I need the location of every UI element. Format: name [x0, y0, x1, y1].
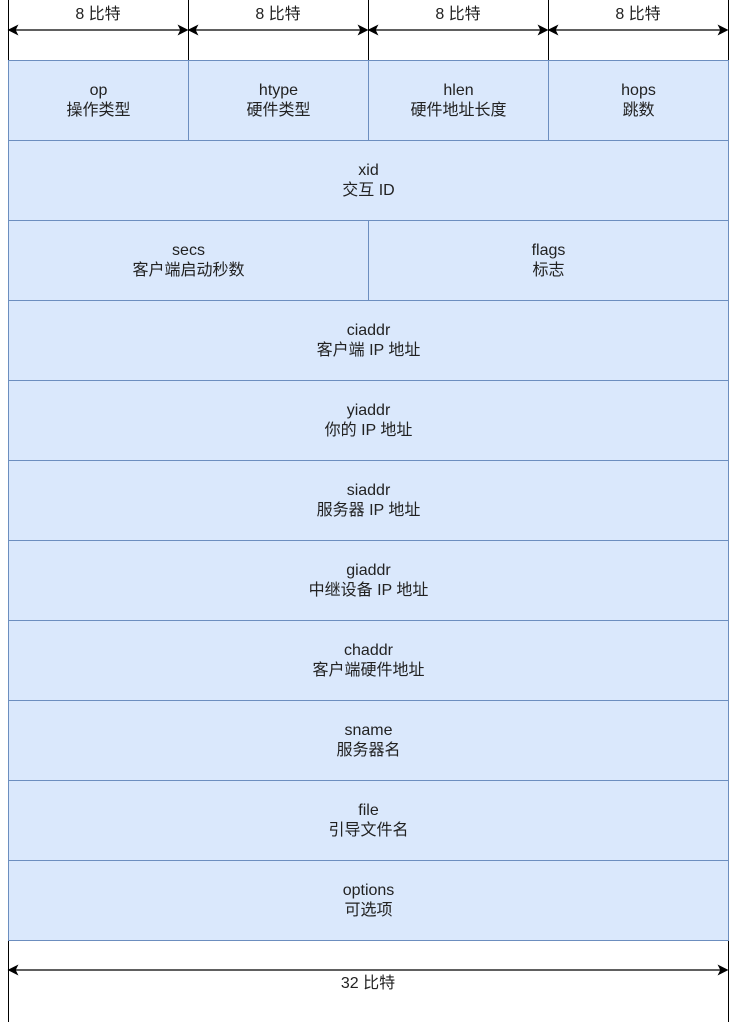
field-name: siaddr — [346, 481, 391, 499]
field-desc: 硬件类型 — [246, 101, 311, 119]
field-desc: 硬件地址长度 — [410, 101, 507, 119]
double-arrow-icon — [367, 24, 549, 36]
field-desc: 跳数 — [622, 101, 655, 119]
field-desc: 引导文件名 — [328, 821, 409, 839]
field-name: flags — [531, 241, 566, 259]
field-name: secs — [172, 241, 205, 259]
field-file: file 引导文件名 — [8, 780, 729, 861]
field-name: xid — [358, 161, 379, 179]
dhcp-packet-format-diagram: 8 比特 8 比特 8 比特 8 比特 op 操作类型 htype 硬件类型 h… — [0, 0, 738, 1022]
field-name: options — [342, 881, 395, 899]
field-name: hops — [621, 81, 656, 99]
field-desc: 客户端 IP 地址 — [316, 341, 421, 359]
field-desc: 客户端硬件地址 — [312, 661, 425, 679]
field-flags: flags 标志 — [368, 220, 729, 301]
field-name: op — [89, 81, 108, 99]
field-name: giaddr — [346, 561, 391, 579]
field-name: sname — [344, 721, 393, 739]
field-name: hlen — [443, 81, 474, 99]
bottom-divider — [728, 941, 729, 1022]
field-name: yiaddr — [346, 401, 391, 419]
field-xid: xid 交互 ID — [8, 140, 729, 221]
field-siaddr: siaddr 服务器 IP 地址 — [8, 460, 729, 541]
field-desc: 中继设备 IP 地址 — [308, 581, 429, 599]
field-name: ciaddr — [346, 321, 391, 339]
field-desc: 服务器名 — [336, 741, 401, 759]
field-op: op 操作类型 — [8, 60, 189, 141]
field-hlen: hlen 硬件地址长度 — [368, 60, 549, 141]
field-name: file — [358, 801, 379, 819]
top-arrows — [7, 24, 729, 36]
double-arrow-icon — [7, 964, 729, 976]
field-desc: 操作类型 — [66, 101, 131, 119]
field-desc: 服务器 IP 地址 — [316, 501, 421, 519]
field-options: options 可选项 — [8, 860, 729, 941]
double-arrow-icon — [187, 24, 369, 36]
field-secs: secs 客户端启动秒数 — [8, 220, 369, 301]
field-chaddr: chaddr 客户端硬件地址 — [8, 620, 729, 701]
field-desc: 标志 — [532, 261, 565, 279]
field-name: chaddr — [344, 641, 393, 659]
field-desc: 可选项 — [344, 901, 393, 919]
field-giaddr: giaddr 中继设备 IP 地址 — [8, 540, 729, 621]
field-hops: hops 跳数 — [548, 60, 729, 141]
double-arrow-icon — [547, 24, 729, 36]
field-desc: 客户端启动秒数 — [132, 261, 245, 279]
field-ciaddr: ciaddr 客户端 IP 地址 — [8, 300, 729, 381]
total-width-label: 32 比特 — [340, 975, 396, 992]
field-htype: htype 硬件类型 — [188, 60, 369, 141]
field-desc: 你的 IP 地址 — [324, 421, 413, 439]
double-arrow-icon — [7, 24, 189, 36]
field-sname: sname 服务器名 — [8, 700, 729, 781]
field-desc: 交互 ID — [342, 181, 395, 199]
field-yiaddr: yiaddr 你的 IP 地址 — [8, 380, 729, 461]
field-name: htype — [258, 81, 299, 99]
